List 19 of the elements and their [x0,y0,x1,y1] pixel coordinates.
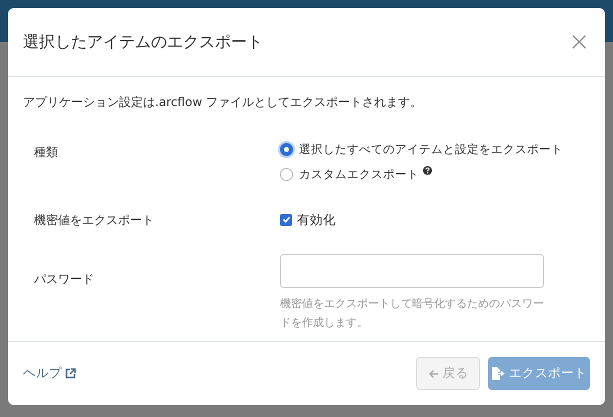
option-label: 選択したすべてのアイテムと設定をエクスポート [299,141,563,158]
help-link[interactable]: ヘルプ [23,364,76,383]
checkbox[interactable] [280,214,292,226]
arrow-left-icon [428,368,438,378]
help-icon[interactable] [423,166,432,176]
password-field[interactable] [280,254,544,288]
close-button[interactable]: × [568,29,590,55]
radio-button[interactable] [280,143,293,156]
dialog-title: 選択したアイテムのエクスポート [23,31,263,53]
external-link-icon [65,368,76,379]
field-label: パスワード [34,271,95,288]
field-label: 種類 [34,144,59,161]
file-export-icon [491,367,505,380]
field-label: 機密値をエクスポート [34,212,155,228]
hint-text: 機密値をエクスポートして暗号化するためのパスワードを作成します。 [280,296,545,332]
description-text: アプリケーション設定は.arcflow ファイルとしてエクスポートされます。 [23,94,423,111]
radio-button[interactable] [280,168,293,182]
checkbox-label: 有効化 [297,210,336,228]
option-label: カスタムエクスポート [299,166,419,184]
